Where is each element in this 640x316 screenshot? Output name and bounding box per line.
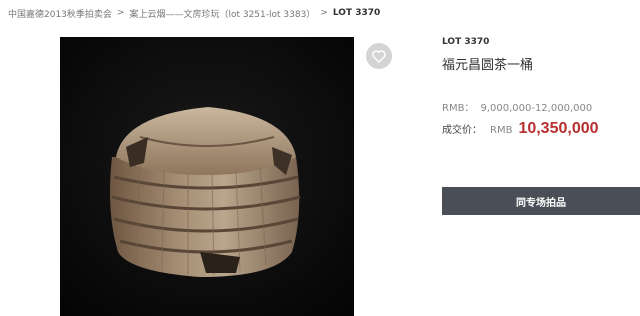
heart-outline-icon [372,49,386,63]
sold-price: 10,350,000 [518,120,599,137]
sold-price-row: 成交价： RMB 10,350,000 [442,120,599,138]
breadcrumb: 中国嘉德2013秋季拍卖会 > 案上云烟——文房珍玩（lot 3251-lot … [8,6,380,20]
tea-bundle-image [60,37,354,316]
sold-label: 成交价： [442,125,482,136]
estimate: RMB： 9,000,000-12,000,000 [442,99,592,114]
same-session-lots-button[interactable]: 同专场拍品 [442,187,640,215]
breadcrumb-current-lot: LOT 3370 [332,8,381,18]
favorite-button[interactable] [366,43,392,69]
breadcrumb-separator: > [320,8,328,18]
sold-currency: RMB [490,125,513,136]
breadcrumb-auction[interactable]: 中国嘉德2013秋季拍卖会 [8,7,112,20]
lot-number: LOT 3370 [442,37,490,47]
lot-photo[interactable] [60,37,354,316]
breadcrumb-separator: > [116,8,125,18]
estimate-range: 9,000,000-12,000,000 [480,103,593,114]
breadcrumb-session[interactable]: 案上云烟——文房珍玩（lot 3251-lot 3383） [129,7,315,20]
estimate-currency-label: RMB： [442,103,475,114]
lot-title: 福元昌圆茶一桶 [442,58,534,73]
